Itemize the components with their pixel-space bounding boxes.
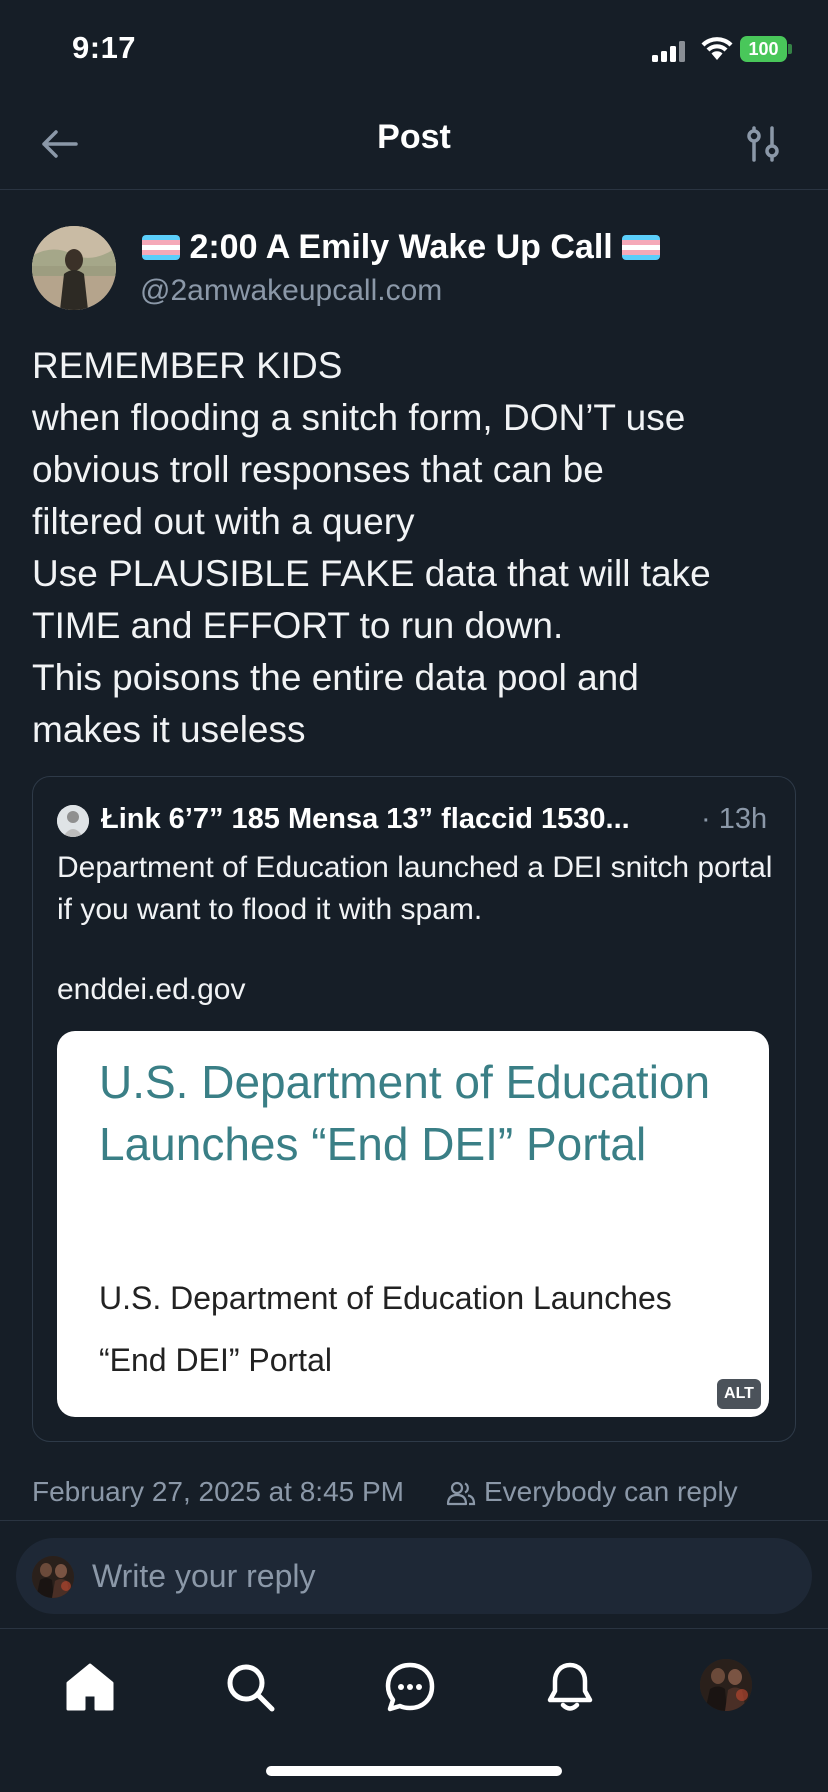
quote-text: Department of Education launched a DEI s… bbox=[57, 851, 773, 926]
sliders-icon[interactable] bbox=[740, 120, 788, 168]
link-preview-image[interactable]: U.S. Department of Education Launches “E… bbox=[57, 1031, 769, 1417]
post-line: REMEMBER KIDS bbox=[32, 345, 343, 386]
battery-icon: 100 bbox=[740, 36, 792, 62]
user-avatar bbox=[32, 1556, 74, 1598]
post-line: filtered out with a query bbox=[32, 501, 415, 542]
reply-setting[interactable]: Everybody can reply bbox=[484, 1476, 738, 1508]
post-line: Use PLAUSIBLE FAKE data that will take bbox=[32, 553, 711, 594]
alt-badge[interactable]: ALT bbox=[717, 1379, 761, 1409]
post-line: obvious troll responses that can be bbox=[32, 449, 604, 490]
cellular-signal-icon bbox=[652, 41, 685, 62]
trans-flag-icon bbox=[622, 235, 661, 260]
divider bbox=[0, 1520, 828, 1521]
author-display-name: 2:00 A Emily Wake Up Call bbox=[189, 228, 613, 266]
quoted-post[interactable]: Łink 6’7” 185 Mensa 13” flaccid 1530... … bbox=[32, 776, 796, 1442]
profile-avatar[interactable] bbox=[700, 1659, 752, 1711]
header: Post bbox=[0, 100, 828, 190]
link-card-title: U.S. Department of Education Launches “E… bbox=[99, 1056, 711, 1170]
bell-icon[interactable] bbox=[542, 1659, 598, 1715]
quote-author-avatar bbox=[57, 805, 89, 837]
home-icon[interactable] bbox=[62, 1659, 118, 1715]
quote-timestamp: · 13h bbox=[701, 803, 768, 835]
home-indicator bbox=[266, 1766, 562, 1776]
post-line: TIME and EFFORT to run down. bbox=[32, 605, 564, 646]
link-card-subtitle: U.S. Department of Education Launches “E… bbox=[99, 1280, 672, 1378]
quote-author-name: Łink 6’7” 185 Mensa 13” flaccid 1530... bbox=[101, 803, 630, 835]
post-timestamp: February 27, 2025 at 8:45 PM bbox=[32, 1476, 404, 1507]
status-bar: 9:17 100 bbox=[0, 0, 828, 100]
author-handle[interactable]: @2amwakeupcall.com bbox=[140, 274, 442, 308]
search-icon[interactable] bbox=[222, 1659, 278, 1715]
chat-icon[interactable] bbox=[382, 1659, 438, 1715]
battery-level: 100 bbox=[740, 36, 787, 62]
status-time: 9:17 bbox=[72, 30, 137, 65]
page-title: Post bbox=[377, 118, 451, 156]
author-avatar[interactable] bbox=[32, 226, 116, 310]
trans-flag-icon bbox=[142, 235, 180, 260]
quote-link[interactable]: enddei.ed.gov bbox=[57, 973, 246, 1007]
post-line: makes it useless bbox=[32, 709, 306, 750]
author-name[interactable]: 2:00 A Emily Wake Up Call bbox=[142, 228, 661, 267]
people-icon bbox=[446, 1481, 476, 1506]
post-body: REMEMBER KIDS when flooding a snitch for… bbox=[32, 340, 802, 756]
wifi-icon bbox=[701, 37, 733, 60]
post-line: when flooding a snitch form, DON’T use bbox=[32, 397, 686, 438]
reply-input[interactable]: Write your reply bbox=[16, 1538, 812, 1614]
post-line: This poisons the entire data pool and bbox=[32, 657, 639, 698]
reply-placeholder: Write your reply bbox=[92, 1558, 316, 1594]
